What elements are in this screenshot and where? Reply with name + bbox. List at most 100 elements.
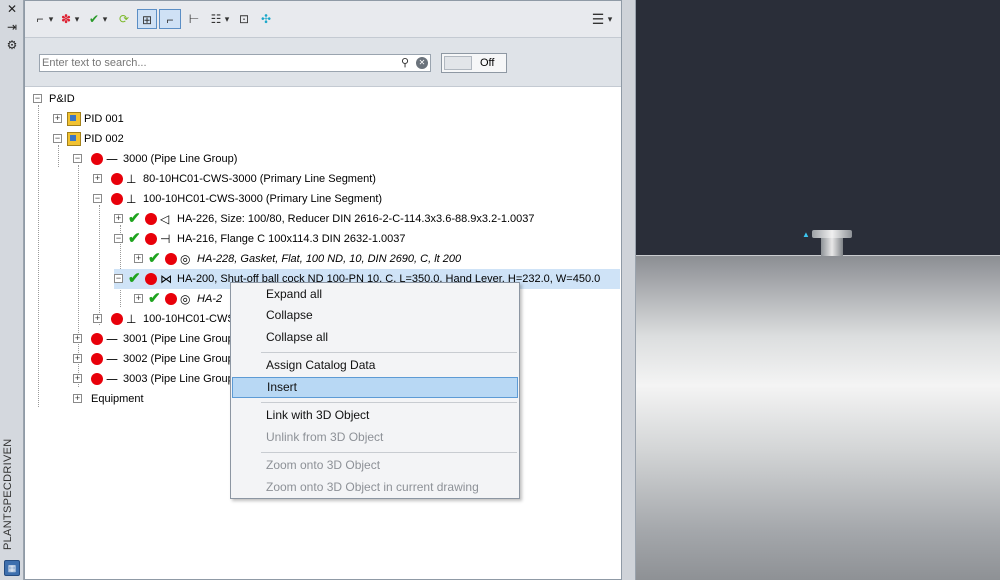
clear-icon[interactable]: ✕ xyxy=(416,57,428,69)
menu-link-3d[interactable]: Link with 3D Object xyxy=(232,405,518,426)
panel-splitter[interactable] xyxy=(622,0,636,580)
3d-viewport[interactable]: ▲ xyxy=(636,0,1000,580)
settings-icon[interactable]: ⚙ xyxy=(0,36,24,54)
pipe-line-icon: — xyxy=(106,152,118,167)
search-input[interactable] xyxy=(42,56,392,70)
gasket-icon: ◎ xyxy=(180,252,191,267)
check-icon: ✔ xyxy=(128,270,141,288)
tree-view-icon[interactable]: ⊞ xyxy=(137,9,157,29)
tree-label: HA-216, Flange C 100x114.3 DIN 2632-1.00… xyxy=(177,233,406,245)
tree-label: HA-228, Gasket, Flat, 100 ND, 10, DIN 26… xyxy=(197,253,462,265)
status-red-icon xyxy=(91,353,103,366)
expand-icon[interactable]: + xyxy=(73,354,82,363)
expand-icon[interactable]: + xyxy=(93,314,102,323)
status-red-icon xyxy=(111,173,123,186)
chevron-down-icon[interactable]: ▾ xyxy=(101,9,109,29)
group-icon[interactable]: ⊡ xyxy=(235,9,253,29)
tree-label: 3001 (Pipe Line Group xyxy=(123,333,234,345)
expand-icon[interactable]: + xyxy=(93,174,102,183)
collapse-icon[interactable]: − xyxy=(73,154,82,163)
expand-icon[interactable]: + xyxy=(134,294,143,303)
close-icon[interactable]: ✕ xyxy=(0,0,24,18)
tree-label: 3003 (Pipe Line Group xyxy=(123,373,234,385)
menu-unlink-3d[interactable]: Unlink from 3D Object xyxy=(232,427,518,448)
reducer-icon: ◁ xyxy=(160,212,170,227)
tree-label: PID 002 xyxy=(84,133,124,145)
tree-label: 100-10HC01-CWS xyxy=(143,313,235,325)
tree-label: 80-10HC01-CWS-3000 (Primary Line Segment… xyxy=(143,173,376,185)
status-red-icon xyxy=(165,253,177,266)
status-red-icon xyxy=(145,213,157,226)
search-area: ⚲ ✕ Off xyxy=(25,37,621,87)
nozzle-flange xyxy=(812,230,852,238)
tree-label: PID 001 xyxy=(84,113,124,125)
collapse-icon[interactable]: − xyxy=(114,274,123,283)
segment-icon: ⊥ xyxy=(126,172,137,187)
context-menu: Expand all Collapse Collapse all Assign … xyxy=(230,282,520,499)
toggle-knob xyxy=(444,56,472,70)
expand-icon[interactable]: + xyxy=(73,394,82,403)
line-view-icon[interactable]: ⌐ xyxy=(159,9,181,29)
menu-expand-all[interactable]: Expand all xyxy=(232,284,518,305)
search-icon[interactable]: ⚲ xyxy=(398,56,412,70)
expand-icon[interactable]: + xyxy=(114,214,123,223)
palette-title-text: PLANTSPECDRIVEN xyxy=(2,438,14,550)
menu-zoom-3d[interactable]: Zoom onto 3D Object xyxy=(232,455,518,476)
chevron-down-icon[interactable]: ▾ xyxy=(47,9,55,29)
nozzle-neck xyxy=(821,238,843,256)
check-icon: ✔ xyxy=(128,230,141,248)
pipe-line-icon: — xyxy=(106,352,118,367)
status-red-icon xyxy=(111,193,123,206)
collapse-icon[interactable]: − xyxy=(114,234,123,243)
tree-label: 3002 (Pipe Line Group xyxy=(123,353,234,365)
tree-line xyxy=(58,145,59,167)
gasket-icon: ◎ xyxy=(180,292,191,307)
tree-label: 3000 (Pipe Line Group) xyxy=(123,153,238,165)
pipe-line-icon: — xyxy=(106,332,118,347)
hierarchy-icon[interactable]: ⊢ xyxy=(185,9,203,29)
filter-toggle[interactable]: Off xyxy=(441,53,507,73)
menu-assign-catalog[interactable]: Assign Catalog Data xyxy=(232,355,518,376)
check-icon: ✔ xyxy=(148,250,161,268)
tree-line xyxy=(99,205,100,325)
expand-icon[interactable]: + xyxy=(134,254,143,263)
drawing-icon xyxy=(67,132,81,147)
collapse-icon[interactable]: − xyxy=(33,94,42,103)
check-icon: ✔ xyxy=(148,290,161,308)
chevron-down-icon[interactable]: ▾ xyxy=(223,9,231,29)
pipe-line-icon: — xyxy=(106,372,118,387)
chevron-down-icon[interactable]: ▾ xyxy=(605,9,615,29)
palette-side-strip: ✕ ⇥ ⚙ PLANTSPECDRIVEN ▦ xyxy=(0,0,24,580)
expand-icon[interactable]: + xyxy=(73,334,82,343)
menu-collapse-all[interactable]: Collapse all xyxy=(232,327,518,348)
chevron-down-icon[interactable]: ▾ xyxy=(73,9,81,29)
collapse-icon[interactable]: − xyxy=(53,134,62,143)
collapse-icon[interactable]: − xyxy=(93,194,102,203)
nozzle-object[interactable] xyxy=(812,230,852,256)
link-nodes-icon[interactable]: ✣ xyxy=(257,9,275,29)
app-root: ✕ ⇥ ⚙ PLANTSPECDRIVEN ▦ ⌐ ▾ ✽ ▾ ✔ ▾ ⟳ ⊞ … xyxy=(0,0,1000,580)
status-red-icon xyxy=(145,233,157,246)
menu-separator xyxy=(261,452,517,453)
menu-collapse[interactable]: Collapse xyxy=(232,305,518,326)
refresh-icon[interactable]: ⟳ xyxy=(115,9,133,29)
expand-icon[interactable]: + xyxy=(73,374,82,383)
expand-icon[interactable]: + xyxy=(53,114,62,123)
segment-icon: ⊥ xyxy=(126,312,137,327)
status-red-icon xyxy=(165,293,177,306)
app-icon[interactable]: ▦ xyxy=(4,560,20,576)
menu-zoom-3d-current[interactable]: Zoom onto 3D Object in current drawing xyxy=(232,477,518,498)
menu-separator xyxy=(261,402,517,403)
autohide-icon[interactable]: ⇥ xyxy=(0,18,24,36)
menu-insert[interactable]: Insert xyxy=(232,377,518,398)
menu-separator xyxy=(261,352,517,353)
check-icon: ✔ xyxy=(128,210,141,228)
palette-title: PLANTSPECDRIVEN xyxy=(2,420,22,550)
tree-label: P&ID xyxy=(49,93,75,105)
toolbar: ⌐ ▾ ✽ ▾ ✔ ▾ ⟳ ⊞ ⌐ ⊢ ☷ ▾ ⊡ ✣ ☰ ▾ xyxy=(25,1,621,37)
status-red-icon xyxy=(91,333,103,346)
vessel-shell xyxy=(636,255,1000,580)
status-red-icon xyxy=(145,273,157,286)
flange-icon: ⊣ xyxy=(160,232,171,247)
toggle-label: Off xyxy=(480,57,495,69)
